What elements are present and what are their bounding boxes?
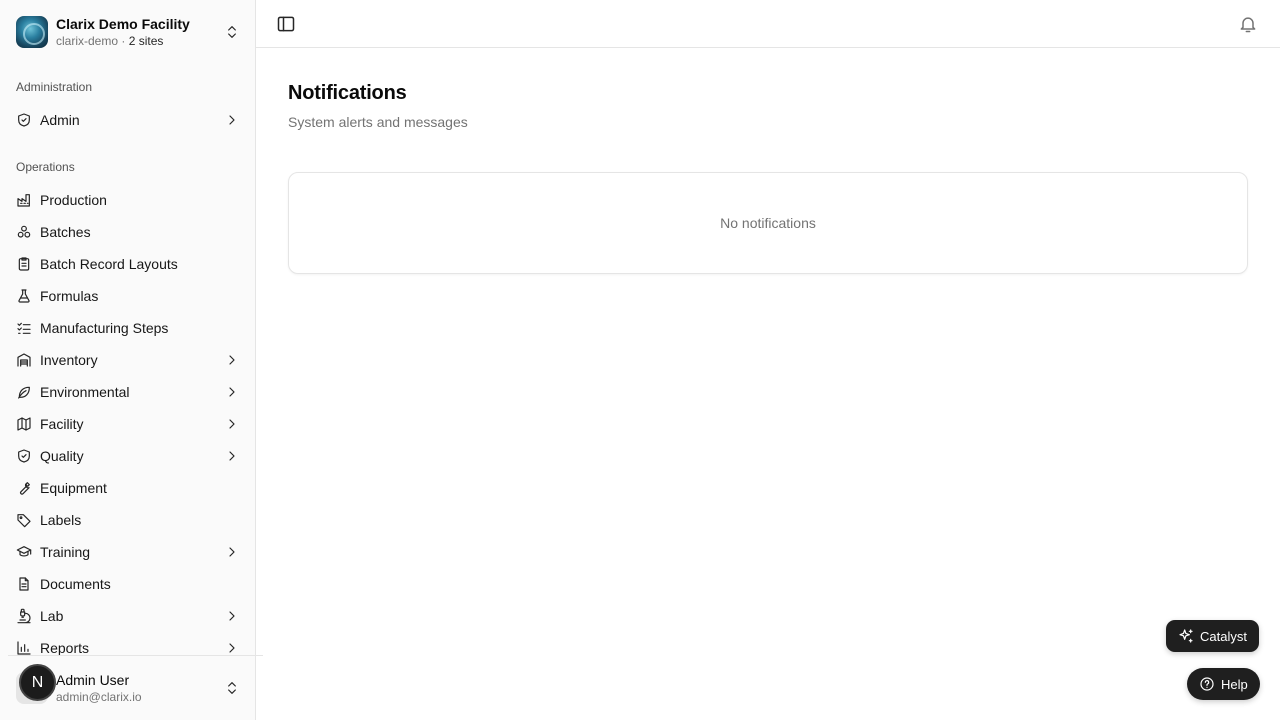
sidebar: Clarix Demo Facility clarix-demo · 2 sit… — [0, 0, 263, 720]
sidebar-item-label: Documents — [40, 576, 111, 592]
sidebar-item-admin[interactable]: Admin — [8, 104, 248, 136]
sidebar-item-formulas[interactable]: Formulas — [8, 280, 248, 312]
leaf-icon — [16, 384, 32, 400]
tag-icon — [16, 512, 32, 528]
chevron-right-icon — [229, 115, 235, 125]
sidebar-item-label: Facility — [40, 416, 84, 432]
user-email: admin@clarix.io — [56, 689, 142, 704]
sidebar-item-label: Labels — [40, 512, 82, 528]
factory-icon — [16, 192, 32, 208]
org-slug: clarix-demo — [56, 33, 119, 48]
sidebar-item-label: Lab — [40, 608, 64, 624]
clipboard-list-icon — [16, 256, 32, 272]
group-label-administration: Administration — [16, 80, 93, 94]
sidebar-item-labels[interactable]: Labels — [8, 504, 248, 536]
chevron-right-icon — [229, 643, 235, 653]
sidebar-item-facility[interactable]: Facility — [8, 408, 248, 440]
help-label: Help — [1221, 676, 1248, 692]
sidebar-item-label: Production — [40, 192, 107, 208]
bell-icon[interactable] — [1238, 14, 1258, 34]
graduation-cap-icon — [16, 544, 32, 560]
warehouse-icon — [16, 352, 32, 368]
map-icon — [16, 416, 32, 432]
wrench-icon — [16, 480, 32, 496]
help-circle-icon — [1200, 677, 1214, 691]
sidebar-item-label: Training — [40, 544, 91, 560]
microscope-icon — [16, 608, 32, 624]
notifications-card: No notifications — [288, 172, 1248, 274]
sidebar-item-label: Reports — [40, 640, 90, 656]
sidebar-item-training[interactable]: Training — [8, 536, 248, 568]
sidebar-item-label: Admin — [40, 112, 80, 128]
sidebar-item-documents[interactable]: Documents — [8, 568, 248, 600]
file-text-icon — [16, 576, 32, 592]
sidebar-item-label: Environmental — [40, 384, 130, 400]
page-subtitle: System alerts and messages — [288, 114, 468, 130]
shield-check-icon — [16, 448, 32, 464]
user-name: Admin User — [56, 671, 130, 688]
sidebar-item-label: Formulas — [40, 288, 99, 304]
org-sites: 2 sites — [128, 33, 164, 48]
catalyst-label: Catalyst — [1200, 628, 1247, 644]
sidebar-item-quality[interactable]: Quality — [8, 440, 248, 472]
chevron-right-icon — [229, 387, 235, 397]
chevrons-up-down-icon — [228, 26, 236, 38]
chevron-right-icon — [229, 451, 235, 461]
sidebar-item-manufacturing-steps[interactable]: Manufacturing Steps — [8, 312, 248, 344]
sidebar-item-label: Batches — [40, 224, 91, 240]
sidebar-item-label: Equipment — [40, 480, 107, 496]
sidebar-item-label: Inventory — [40, 352, 98, 368]
flask-icon — [16, 288, 32, 304]
org-subtitle: clarix-demo · 2 sites — [56, 33, 164, 48]
chevron-right-icon — [229, 611, 235, 621]
sidebar-item-equipment[interactable]: Equipment — [8, 472, 248, 504]
chevrons-up-down-icon — [228, 682, 236, 694]
sidebar-item-lab[interactable]: Lab — [8, 600, 248, 632]
list-checks-icon — [16, 320, 32, 336]
sparkles-icon — [1179, 629, 1193, 643]
sidebar-item-batch-record-layouts[interactable]: Batch Record Layouts — [8, 248, 248, 280]
org-switcher[interactable]: Clarix Demo Facility clarix-demo · 2 sit… — [8, 8, 248, 56]
chevron-right-icon — [229, 355, 235, 365]
empty-state-text: No notifications — [720, 215, 816, 231]
org-name: Clarix Demo Facility — [56, 15, 190, 32]
catalyst-button[interactable]: Catalyst — [1166, 620, 1259, 652]
sidebar-item-environmental[interactable]: Environmental — [8, 376, 248, 408]
sidebar-item-inventory[interactable]: Inventory — [8, 344, 248, 376]
n-badge[interactable]: N — [19, 664, 56, 701]
sidebar-item-label: Batch Record Layouts — [40, 256, 178, 272]
top-bar — [256, 0, 1280, 48]
help-button[interactable]: Help — [1187, 668, 1260, 700]
bar-chart-icon — [16, 640, 32, 656]
divider — [8, 655, 263, 656]
boxes-icon — [16, 224, 32, 240]
chevron-right-icon — [229, 547, 235, 557]
page-title: Notifications — [288, 82, 407, 104]
group-label-operations: Operations — [16, 160, 75, 174]
org-logo — [16, 16, 48, 48]
sidebar-item-reports[interactable]: Reports — [8, 632, 248, 664]
chevron-right-icon — [229, 419, 235, 429]
sidebar-item-label: Manufacturing Steps — [40, 320, 169, 336]
sidebar-item-batches[interactable]: Batches — [8, 216, 248, 248]
sidebar-item-production[interactable]: Production — [8, 184, 248, 216]
panel-left-icon[interactable] — [276, 14, 296, 34]
shield-check-icon — [16, 112, 32, 128]
sidebar-item-label: Quality — [40, 448, 84, 464]
